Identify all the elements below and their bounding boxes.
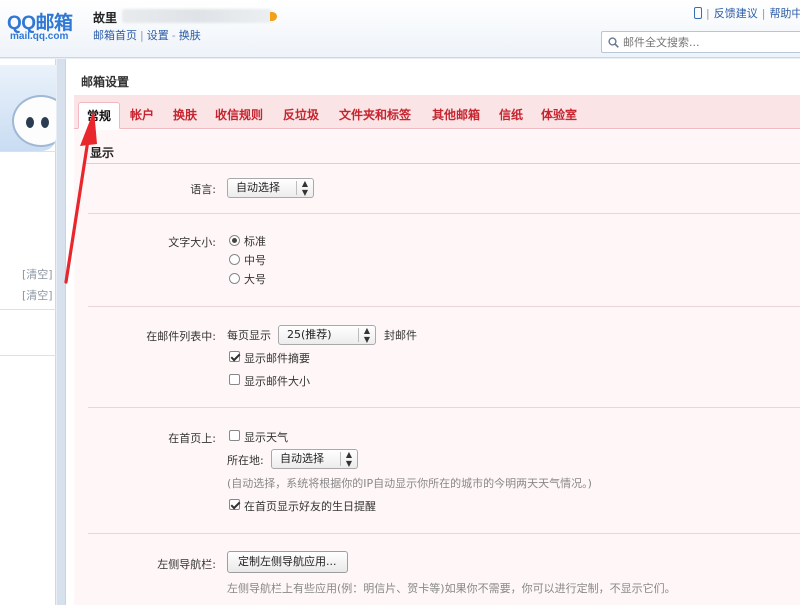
tab-anti-spam[interactable]: 反垃圾 <box>275 102 327 129</box>
row-divider <box>88 407 800 408</box>
link-settings[interactable]: 设置 <box>147 29 169 42</box>
per-page-prefix: 每页显示 <box>227 329 271 342</box>
updown-arrows-icon: ▲ ▼ <box>345 450 352 468</box>
font-size-option-medium: 中号 <box>244 254 266 267</box>
status-dot <box>270 12 277 21</box>
separator: | <box>706 7 710 20</box>
show-size-checkbox[interactable] <box>229 374 240 385</box>
updown-arrows-icon: ▲ ▼ <box>363 326 370 344</box>
show-summary-label: 显示邮件摘要 <box>244 352 310 365</box>
fulltext-search[interactable] <box>601 31 800 53</box>
homepage-label: 在首页上: <box>168 432 216 445</box>
language-label: 语言: <box>190 183 216 196</box>
per-page-suffix: 封邮件 <box>384 329 417 342</box>
mascot-body <box>12 95 56 147</box>
font-size-option-standard: 标准 <box>244 235 266 248</box>
location-select[interactable]: 自动选择 ▲ ▼ <box>271 449 358 469</box>
clear-trash-link[interactable]: [清空] <box>22 266 53 282</box>
section-title-display: 显示 <box>90 146 115 160</box>
blurred-account <box>122 9 272 23</box>
font-size-radio-standard[interactable] <box>229 235 240 246</box>
row-divider <box>88 213 800 214</box>
left-nav-hint: 左侧导航栏上有些应用(例：明信片、贺卡等)如果你不需要，你可以进行定制，不显示它… <box>227 582 676 595</box>
link-feedback[interactable]: 反馈建议 <box>714 7 758 20</box>
logo-domain: mail.qq.com <box>10 31 69 42</box>
top-header: QQ邮箱 mail.qq.com 故里 邮箱首页 | 设置 - 换肤 | 反馈建议 | 帮助中 <box>0 0 800 58</box>
tab-stationery[interactable]: 信纸 <box>491 102 531 129</box>
section-divider <box>84 163 800 164</box>
row-divider <box>88 306 800 307</box>
right-utility-links: | 反馈建议 | 帮助中 <box>694 5 800 21</box>
clear-spam-link[interactable]: [清空] <box>22 287 53 303</box>
per-page-select-value: 25(推荐) <box>287 328 332 341</box>
language-select-value: 自动选择 <box>236 181 280 194</box>
birthday-reminder-checkbox[interactable] <box>229 499 240 510</box>
font-size-radio-medium[interactable] <box>229 254 240 265</box>
panel-gutter <box>57 59 65 605</box>
tab-skin[interactable]: 换肤 <box>165 102 205 129</box>
separator: | <box>761 7 766 20</box>
left-sidebar: [清空] [清空] <box>0 59 56 605</box>
tab-mail-rules[interactable]: 收信规则 <box>207 102 271 129</box>
top-nav-links: 邮箱首页 | 设置 - 换肤 <box>93 27 201 43</box>
font-size-radio-large[interactable] <box>229 273 240 284</box>
show-size-label: 显示邮件大小 <box>244 375 310 388</box>
select-divider <box>358 328 359 342</box>
left-nav-label: 左侧导航栏: <box>157 558 216 571</box>
tab-other-mailbox[interactable]: 其他邮箱 <box>424 102 488 129</box>
settings-panel: 邮箱设置 常规 帐户 换肤 收信规则 反垃圾 文件夹和标签 其他邮箱 信纸 体验… <box>65 59 800 605</box>
font-size-option-large: 大号 <box>244 273 266 286</box>
qq-mascot-avatar <box>0 65 56 151</box>
show-weather-label: 显示天气 <box>244 431 288 444</box>
sidebar-divider <box>0 309 56 310</box>
select-divider <box>340 452 341 466</box>
location-label: 所在地: <box>227 454 264 467</box>
mascot-eye <box>41 117 49 128</box>
tab-folders-labels[interactable]: 文件夹和标签 <box>331 102 419 129</box>
page-title: 邮箱设置 <box>81 75 130 89</box>
tab-account[interactable]: 帐户 <box>122 102 162 129</box>
show-weather-checkbox[interactable] <box>229 430 240 441</box>
tab-labs[interactable]: 体验室 <box>533 102 585 129</box>
link-help[interactable]: 帮助中 <box>769 7 800 20</box>
tab-general[interactable]: 常规 <box>78 102 121 129</box>
link-skin[interactable]: 换肤 <box>179 29 201 42</box>
phone-icon[interactable] <box>694 7 702 19</box>
separator: | <box>140 29 144 42</box>
mascot-eye <box>26 117 34 128</box>
select-divider <box>296 181 297 195</box>
font-size-label: 文字大小: <box>168 236 216 249</box>
sidebar-divider <box>0 151 56 152</box>
sidebar-divider <box>0 355 56 356</box>
separator: - <box>171 29 176 42</box>
language-select[interactable]: 自动选择 ▲ ▼ <box>227 178 314 198</box>
search-icon <box>608 37 619 48</box>
location-hint: (自动选择，系统将根据你的IP自动显示你所在的城市的今明两天天气情况。) <box>227 477 592 490</box>
customize-left-nav-button[interactable]: 定制左侧导航应用... <box>227 551 348 573</box>
search-input[interactable] <box>623 34 793 50</box>
per-page-select[interactable]: 25(推荐) ▲ ▼ <box>278 325 376 345</box>
location-select-value: 自动选择 <box>280 452 324 465</box>
row-divider <box>88 533 800 534</box>
updown-arrows-icon: ▲ ▼ <box>301 179 308 197</box>
settings-content: 显示 语言: 自动选择 ▲ ▼ 文字大小: 标准 中号 大号 在邮件列表中: 每页… <box>74 130 800 605</box>
show-summary-checkbox[interactable] <box>229 351 240 362</box>
mail-list-label: 在邮件列表中: <box>146 330 216 343</box>
link-mail-home[interactable]: 邮箱首页 <box>93 29 137 42</box>
settings-tabs: 常规 帐户 换肤 收信规则 反垃圾 文件夹和标签 其他邮箱 信纸 体验室 <box>74 95 800 129</box>
birthday-reminder-label: 在首页显示好友的生日提醒 <box>244 500 376 513</box>
user-name: 故里 <box>93 11 118 25</box>
